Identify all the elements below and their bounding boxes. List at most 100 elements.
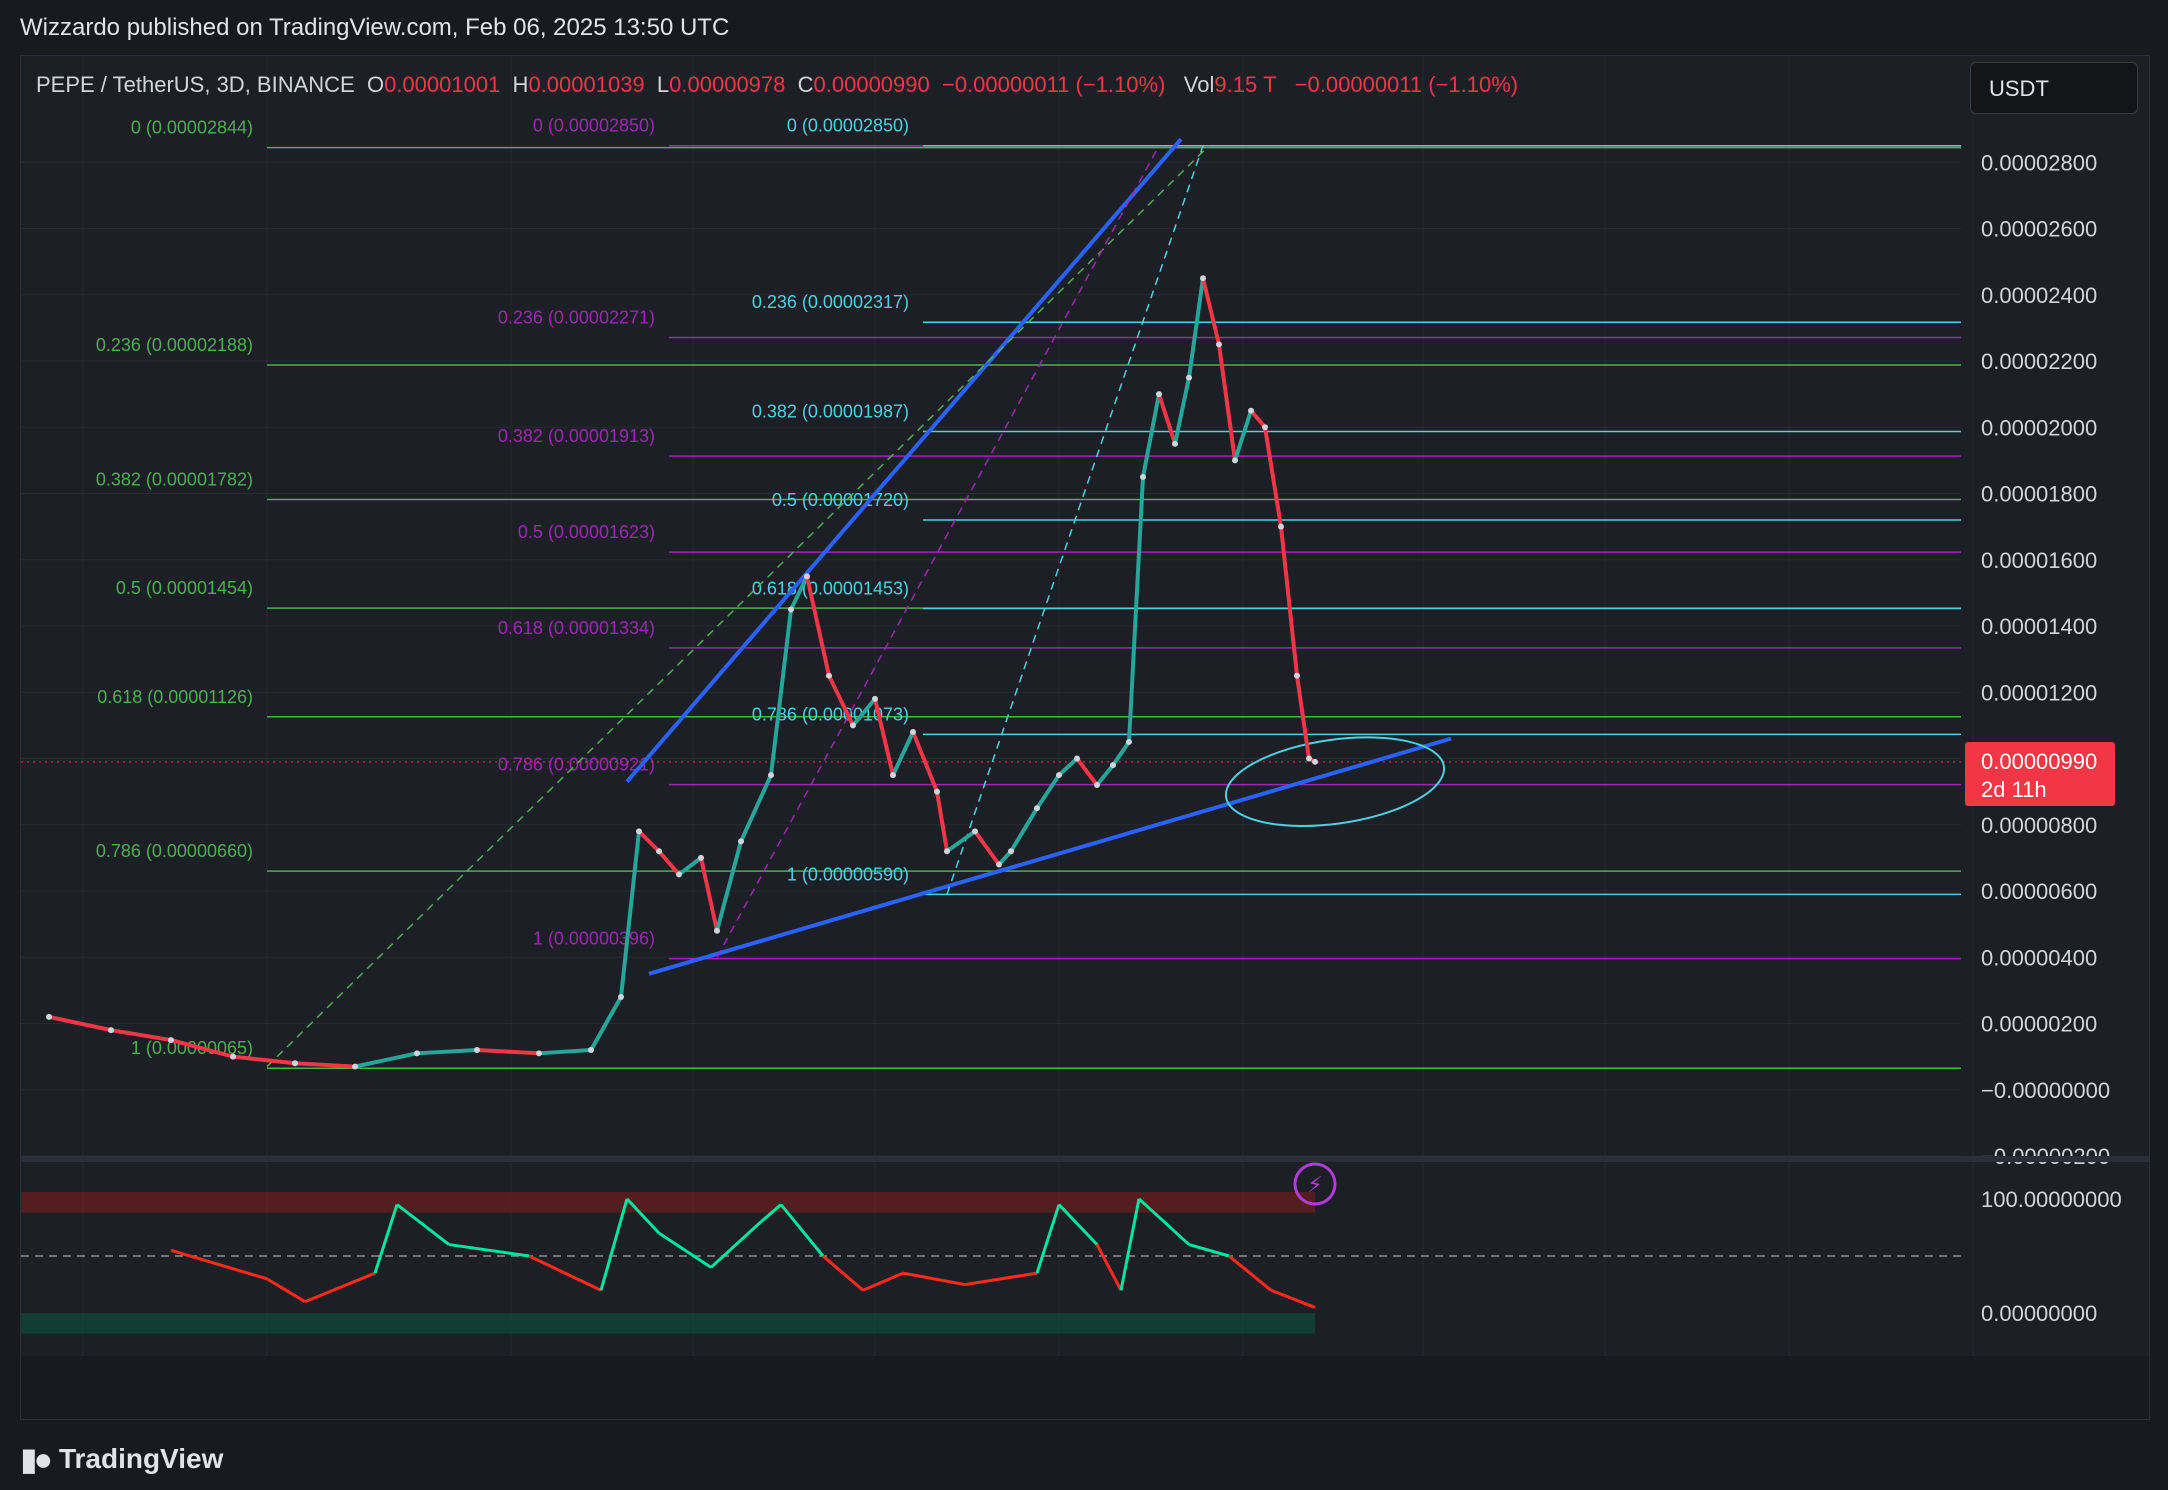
- oscillator-tick-label: 100.00000000: [1981, 1187, 2122, 1212]
- y-tick-label: 0.00000600: [1981, 879, 2097, 904]
- price-chart[interactable]: 0 (0.00002844) 0.236 (0.00002188) 0.382 (0…: [21, 56, 2149, 1419]
- oscillator-segment: [709, 1220, 763, 1269]
- price-segment: [1095, 763, 1115, 787]
- price-point: [996, 861, 1002, 868]
- tv-logo-icon: ▮●: [20, 1441, 53, 1477]
- fib-label-green: 0.382 (0.00001782): [96, 469, 253, 489]
- price-series: [46, 275, 1318, 1070]
- fib-label-cyan: 0.382 (0.00001987): [752, 402, 909, 422]
- fib-label-purple: 0 (0.00002850): [533, 116, 655, 136]
- oscillator-segment: [1095, 1243, 1123, 1291]
- oscillator-segment: [448, 1243, 530, 1258]
- oscillator-segment: [266, 1277, 306, 1303]
- fibonacci-labels: 0 (0.00002844) 0.236 (0.00002188) 0.382 (0…: [96, 116, 909, 1059]
- oscillator-segment: [902, 1271, 966, 1287]
- highlight-circle: [1224, 736, 1446, 828]
- price-segment: [415, 1048, 479, 1056]
- price-segment: [1173, 375, 1191, 446]
- price-point: [676, 871, 682, 878]
- fib-label-green: 0.786 (0.00000660): [96, 841, 253, 861]
- price-segment: [1263, 425, 1283, 529]
- oversold-band: [21, 1313, 1315, 1334]
- symbol-legend: PEPE / TetherUS, 3D, BINANCE O0.00001001…: [36, 72, 1518, 98]
- fib-label-purple: 0.5 (0.00001623): [518, 522, 655, 542]
- fib-label-purple: 0.382 (0.00001913): [498, 426, 655, 446]
- fib-label-purple: 0.786 (0.00000921): [498, 755, 655, 775]
- price-point: [1074, 755, 1080, 762]
- fib-label-green: 0.5 (0.00001454): [116, 578, 253, 598]
- low-value: 0.00000978: [669, 72, 786, 97]
- price-point: [108, 1027, 114, 1034]
- price-point: [1278, 523, 1284, 530]
- price-segment: [353, 1051, 419, 1069]
- brand-name: TradingView: [58, 1443, 224, 1474]
- oscillator-segment: [373, 1204, 399, 1274]
- chart-frame[interactable]: 0 (0.00002844) 0.236 (0.00002188) 0.382 (0…: [20, 55, 2150, 1420]
- resistance-trendline: [625, 137, 1183, 783]
- oscillator-segment: [1228, 1254, 1272, 1292]
- pane-divider: [21, 1156, 2149, 1162]
- price-point: [656, 848, 662, 855]
- price-segment: [1075, 756, 1099, 787]
- green-fib-anchor: [266, 145, 1210, 1068]
- price-point: [588, 1047, 594, 1053]
- y-tick-label: 0.00000200: [1981, 1012, 2097, 1037]
- oscillator-segment: [1188, 1243, 1230, 1258]
- price-point: [788, 606, 794, 613]
- price-segment: [1187, 276, 1205, 380]
- price-point: [1312, 758, 1318, 765]
- y-tick-label: 0.00002400: [1981, 283, 2097, 308]
- volume-label: Vol: [1183, 72, 1215, 97]
- price-point: [1094, 782, 1100, 788]
- price-point: [292, 1060, 298, 1067]
- price-point: [698, 854, 704, 861]
- bar-countdown: 2d 11h: [1981, 777, 2047, 802]
- time-axis-bg: [21, 1356, 2149, 1419]
- price-point: [1008, 848, 1014, 855]
- price-segment: [935, 789, 949, 854]
- y-tick-label: 0.00001400: [1981, 614, 2097, 639]
- price-point: [1248, 407, 1254, 414]
- price-segment: [537, 1048, 593, 1056]
- price-point: [230, 1053, 236, 1060]
- fib-label-purple: 0.236 (0.00002271): [498, 307, 655, 327]
- tradingview-logo[interactable]: ▮● TradingView: [20, 1440, 223, 1478]
- price-point: [414, 1050, 420, 1057]
- price-segment: [1279, 524, 1299, 678]
- price-point: [1306, 755, 1312, 762]
- flash-icon-glyph: ⚡: [1307, 1172, 1322, 1197]
- fibonacci-retracements: [267, 144, 1961, 1069]
- y-tick-label: 0.00001200: [1981, 680, 2097, 705]
- price-point: [872, 695, 878, 702]
- y-tick-label: 0.00002600: [1981, 217, 2097, 242]
- close-label: C: [797, 72, 814, 97]
- oscillator-segment: [1270, 1288, 1316, 1309]
- currency-button[interactable]: USDT: [1970, 62, 2138, 114]
- price-point: [1056, 772, 1062, 779]
- change-value: −0.00000011 (−1.10%): [941, 72, 1166, 97]
- oscillator-segment: [658, 1231, 712, 1269]
- y-tick-label: 0.00000800: [1981, 813, 2097, 838]
- y-tick-label: 0.00002800: [1981, 150, 2097, 175]
- fib-label-purple: 0.618 (0.00001334): [498, 618, 655, 638]
- price-point: [1110, 762, 1116, 769]
- price-segment: [1057, 756, 1079, 778]
- y-tick-label: −0.00000000: [1981, 1078, 2110, 1103]
- oscillator-segment: [964, 1271, 1038, 1287]
- price-point: [738, 838, 744, 845]
- price-point: [1216, 341, 1222, 348]
- volume-value: 9.15 T: [1214, 72, 1277, 97]
- price-point: [1262, 424, 1268, 431]
- price-segment: [1157, 392, 1177, 446]
- last-price-tag: 0.00000990 2d 11h: [1965, 742, 2115, 806]
- fib-label-green: 0.618 (0.00001126): [97, 687, 253, 707]
- open-value: 0.00001001: [384, 72, 501, 97]
- oscillator-segment: [862, 1271, 904, 1292]
- fib-label-green: 0.236 (0.00002188): [96, 335, 253, 355]
- y-tick-label: 0.00001600: [1981, 548, 2097, 573]
- last-price-value: 0.00000990: [1981, 749, 2098, 774]
- price-point: [1034, 805, 1040, 812]
- oscillator-segment: [528, 1254, 602, 1292]
- price-point: [768, 772, 774, 779]
- price-point: [1156, 391, 1162, 398]
